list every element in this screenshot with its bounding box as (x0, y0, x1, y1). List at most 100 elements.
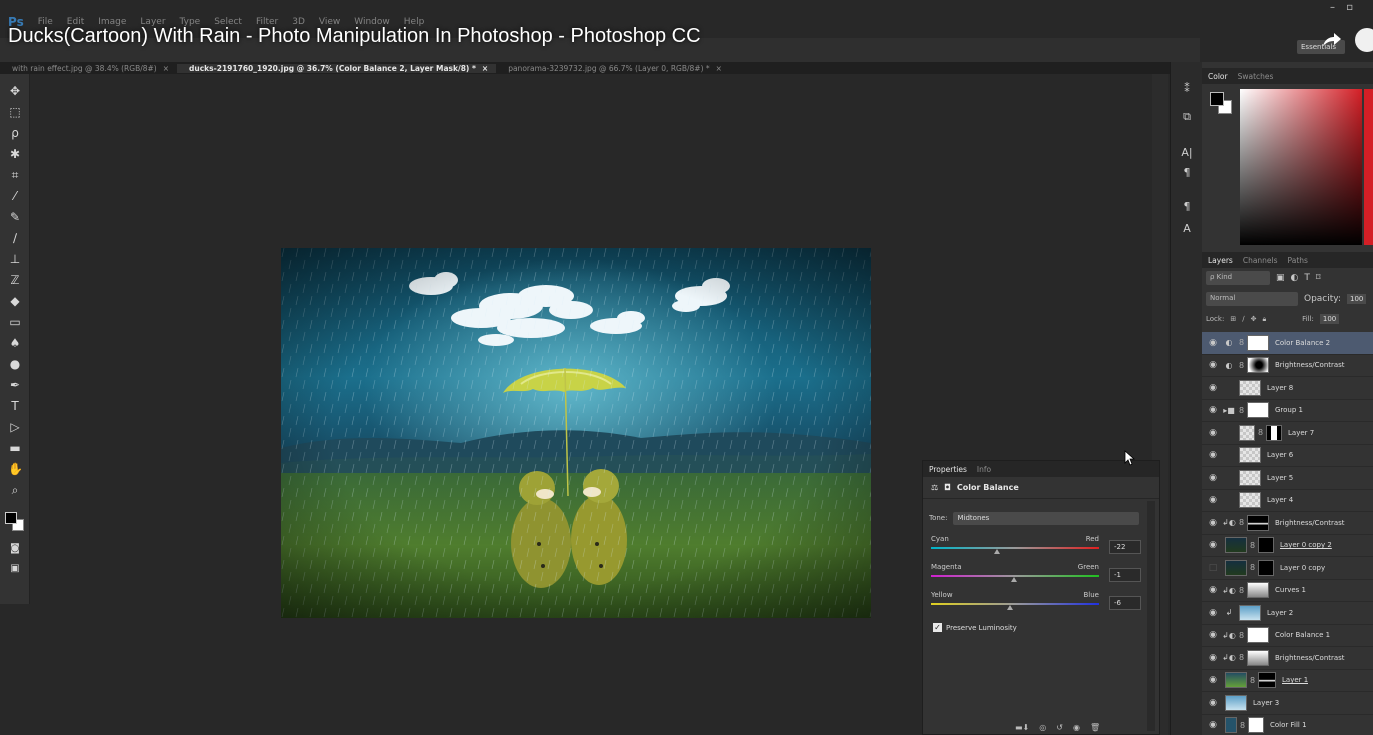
path-selection-tool-icon[interactable]: ▷ (8, 420, 22, 434)
share-icon[interactable] (1319, 28, 1343, 52)
layer-row[interactable]: ◉ 8 Color Fill 1 (1202, 715, 1373, 735)
opacity-input[interactable]: 100 (1347, 294, 1367, 304)
eye-icon[interactable]: ◉ (1207, 405, 1219, 415)
hue-slider[interactable] (1364, 89, 1373, 245)
marquee-tool-icon[interactable]: ⬚ (8, 105, 22, 119)
eye-icon[interactable]: ◉ (1207, 608, 1219, 618)
layer-row[interactable]: ◉ Layer 6 (1202, 445, 1373, 467)
link-icon[interactable]: 8 (1239, 338, 1247, 347)
layer-row[interactable]: □ 8 Layer 0 copy (1202, 557, 1373, 580)
slider-knob[interactable] (993, 549, 1000, 554)
eye-icon[interactable]: ◉ (1207, 518, 1219, 528)
layer-thumbnail[interactable] (1239, 469, 1261, 486)
filter-adjustment-icon[interactable]: ◐ (1291, 273, 1299, 283)
layer-mask-thumbnail[interactable] (1258, 537, 1274, 554)
fill-input[interactable]: 100 (1319, 314, 1340, 324)
link-icon[interactable]: 8 (1250, 541, 1258, 550)
eraser-tool-icon[interactable]: ◆ (8, 294, 22, 308)
tab-channels[interactable]: Channels (1243, 256, 1278, 265)
layer-mask-thumbnail[interactable] (1258, 559, 1274, 576)
layer-row[interactable]: ◉ ◐ 8 Brightness/Contrast (1202, 355, 1373, 377)
minimize-icon[interactable]: – (1330, 2, 1335, 13)
move-tool-icon[interactable]: ✥ (8, 84, 22, 98)
layer-thumbnail[interactable] (1225, 717, 1237, 734)
layer-thumbnail[interactable] (1225, 537, 1247, 554)
layer-mask-thumbnail[interactable] (1247, 649, 1269, 666)
slider-value-input[interactable]: -6 (1109, 596, 1141, 610)
layer-mask-thumbnail[interactable] (1247, 582, 1269, 599)
character-icon[interactable]: A| (1180, 146, 1194, 160)
lock-position-icon[interactable]: ✥ (1251, 315, 1257, 323)
link-icon[interactable]: 8 (1258, 428, 1266, 437)
tab-with-rain-effect[interactable]: with rain effect.jpg @ 38.4% (RGB/8#) × (0, 64, 177, 73)
dodge-tool-icon[interactable]: ● (8, 357, 22, 371)
layer-row[interactable]: ◉ Layer 8 (1202, 377, 1373, 400)
layer-thumbnail[interactable] (1239, 379, 1261, 396)
eye-icon[interactable]: ◉ (1207, 338, 1219, 348)
eye-icon[interactable]: ◉ (1207, 720, 1219, 730)
layer-thumbnail[interactable] (1225, 559, 1247, 576)
layer-mask-thumbnail[interactable] (1266, 424, 1282, 441)
tab-paths[interactable]: Paths (1288, 256, 1308, 265)
tone-select[interactable]: Midtones (953, 511, 1139, 525)
eye-icon[interactable]: ◉ (1207, 360, 1219, 370)
layer-row[interactable]: ◉ Layer 4 (1202, 490, 1373, 512)
blur-tool-icon[interactable]: ♠ (8, 336, 22, 350)
slider-track[interactable] (931, 547, 1099, 549)
paragraph-icon[interactable]: ¶ (1180, 166, 1194, 180)
mask-icon[interactable]: ◘ (944, 483, 951, 492)
view-previous-icon[interactable]: ◎ (1039, 723, 1046, 732)
history-brush-tool-icon[interactable]: ℤ (8, 273, 22, 287)
slider-value-input[interactable]: -22 (1109, 540, 1141, 554)
link-icon[interactable]: 8 (1240, 721, 1248, 730)
history-icon[interactable]: ⁑ (1180, 82, 1194, 96)
tab-info[interactable]: Info (977, 465, 991, 474)
tab-ducks[interactable]: ducks-2191760_1920.jpg @ 36.7% (Color Ba… (177, 63, 497, 73)
layer-kind-select[interactable]: ρ Kind (1206, 271, 1270, 285)
slider-knob[interactable] (1006, 605, 1013, 610)
tab-properties[interactable]: Properties (929, 465, 967, 474)
layer-row[interactable]: ◉ ↲◐ 8 Curves 1 (1202, 580, 1373, 602)
close-icon[interactable]: × (163, 64, 169, 73)
layer-mask-thumbnail[interactable] (1247, 334, 1269, 351)
lasso-tool-icon[interactable]: ρ (8, 126, 22, 140)
shape-tool-icon[interactable]: ▬ (8, 441, 22, 455)
gradient-tool-icon[interactable]: ▭ (8, 315, 22, 329)
preserve-luminosity-checkbox[interactable]: ✓ (933, 623, 942, 632)
link-icon[interactable]: 8 (1239, 653, 1247, 662)
layer-mask-thumbnail[interactable] (1247, 627, 1269, 644)
filter-shape-icon[interactable]: ⌑ (1316, 273, 1321, 283)
color-picker-field[interactable] (1240, 89, 1362, 245)
preserve-luminosity[interactable]: ✓ Preserve Luminosity (933, 623, 1017, 632)
layer-thumbnail[interactable] (1225, 694, 1247, 711)
folder-icon[interactable]: ▸■ (1219, 406, 1239, 415)
layer-row[interactable]: ◉ ↲ Layer 2 (1202, 602, 1373, 625)
hand-tool-icon[interactable]: ✋ (8, 462, 23, 476)
reset-icon[interactable]: ↺ (1056, 723, 1063, 732)
crop-tool-icon[interactable]: ⌗ (8, 168, 22, 182)
link-icon[interactable]: 8 (1239, 361, 1247, 370)
layer-thumbnail[interactable] (1239, 447, 1261, 464)
healing-brush-tool-icon[interactable]: ✎ (8, 210, 22, 224)
tab-layers[interactable]: Layers (1208, 256, 1233, 265)
layer-mask-thumbnail[interactable] (1247, 402, 1269, 419)
avatar[interactable] (1355, 28, 1373, 52)
eyedropper-tool-icon[interactable]: ⁄ (8, 189, 22, 203)
layer-row[interactable]: ◉ Layer 5 (1202, 467, 1373, 490)
slider-track[interactable] (931, 603, 1099, 605)
eye-icon[interactable]: ◉ (1207, 630, 1219, 640)
screen-mode-icon[interactable]: ▣ (8, 562, 22, 576)
filter-type-icon[interactable]: T (1304, 273, 1310, 283)
link-icon[interactable]: 8 (1239, 518, 1247, 527)
link-icon[interactable]: 8 (1250, 563, 1258, 572)
tab-color[interactable]: Color (1208, 72, 1228, 81)
eye-icon[interactable]: ◉ (1207, 495, 1219, 505)
visibility-icon[interactable]: ◉ (1073, 723, 1080, 732)
layer-thumbnail[interactable] (1239, 604, 1261, 621)
filter-pixel-icon[interactable]: ▣ (1276, 273, 1285, 283)
layer-row[interactable]: ◉ ↲◐ 8 Brightness/Contrast (1202, 647, 1373, 670)
layer-row[interactable]: ◉ ↲◐ 8 Brightness/Contrast (1202, 512, 1373, 535)
restore-icon[interactable]: ▫ (1346, 2, 1353, 13)
trash-icon[interactable]: 🗑︎ (1090, 723, 1100, 732)
foreground-color-swatch[interactable] (1210, 92, 1224, 106)
